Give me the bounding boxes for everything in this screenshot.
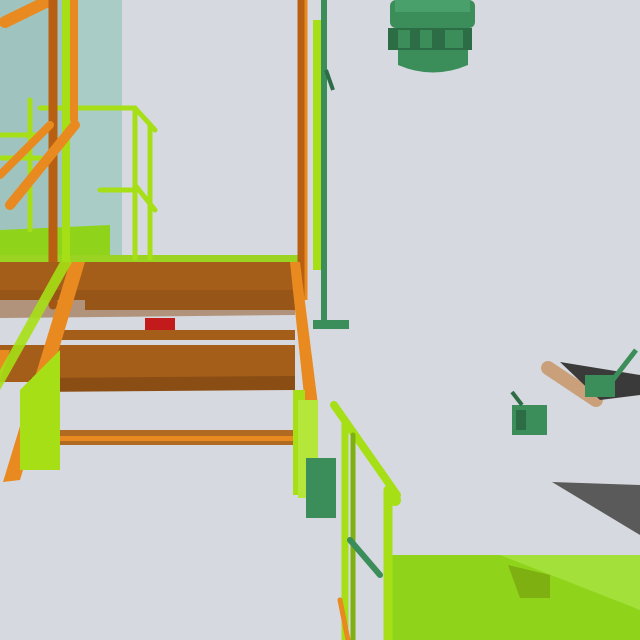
railing-post-center [313, 20, 321, 270]
green-motor-housing [388, 0, 475, 73]
railing-joint [389, 494, 401, 506]
railing-post-left [62, 0, 70, 300]
scene-canvas [0, 0, 640, 640]
pole-base-plate [313, 320, 349, 329]
green-support-pole [321, 0, 327, 325]
green-junction-box [306, 458, 336, 518]
3d-plant-viewport[interactable] [0, 0, 640, 640]
